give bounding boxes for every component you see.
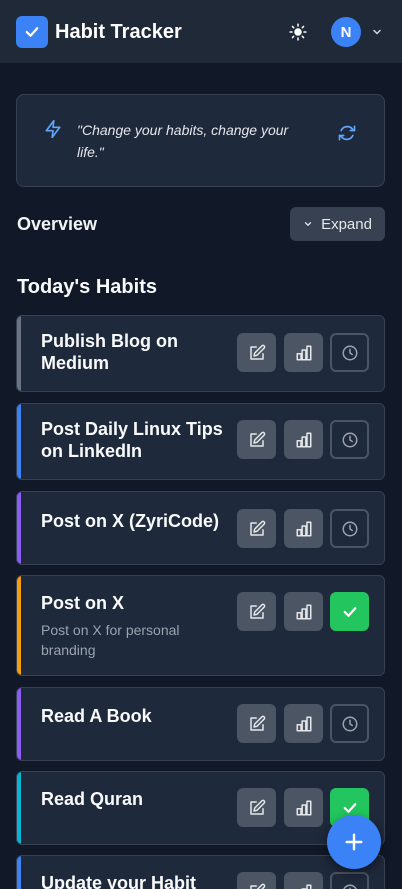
bar-chart-icon (300, 884, 311, 889)
edit-habit-button[interactable] (237, 872, 276, 889)
edit-icon (249, 344, 265, 360)
edit-icon (249, 603, 265, 619)
habit-description: Post on X for personal branding (41, 622, 180, 658)
habit-card[interactable]: Post Daily Linux Tips on LinkedIn (16, 403, 385, 480)
bar-chart-icon (296, 345, 311, 360)
sun-icon (289, 23, 307, 41)
habit-card[interactable]: Post on X Post on X for personal brandin… (16, 575, 385, 676)
habit-color-stripe (17, 492, 21, 564)
habit-color-stripe (17, 772, 21, 844)
habit-status-button[interactable] (330, 872, 369, 889)
bar-chart-icon (296, 716, 311, 731)
edit-icon (249, 520, 265, 536)
clock-icon (342, 716, 357, 731)
habit-name: Publish Blog on Medium (41, 331, 178, 373)
habit-name: Read Quran (41, 789, 144, 809)
habit-color-stripe (17, 688, 21, 760)
avatar[interactable]: N (331, 17, 361, 47)
habit-color-stripe (17, 404, 21, 479)
habit-card[interactable]: Publish Blog on Medium (16, 315, 385, 392)
clock-icon (342, 432, 357, 447)
app-title: Habit Tracker (55, 21, 182, 43)
habit-card[interactable]: Update your Habit (16, 855, 385, 889)
todays-habits-title: Today's Habits (17, 276, 157, 298)
theme-toggle-button[interactable] (286, 20, 310, 44)
habit-color-stripe (17, 576, 21, 675)
edit-icon (249, 883, 265, 889)
quote-text: "Change your habits, change your life." (77, 122, 289, 160)
expand-label: Expand (321, 215, 372, 233)
clock-icon (342, 884, 357, 889)
habit-status-button[interactable] (330, 509, 369, 548)
app-header: Habit Tracker N (0, 0, 402, 64)
check-icon (343, 606, 356, 617)
habit-stats-button[interactable] (284, 788, 323, 827)
bar-chart-icon (296, 604, 311, 619)
edit-icon (249, 431, 265, 447)
check-icon (25, 27, 39, 37)
habit-stats-button[interactable] (284, 420, 323, 459)
quote-card: "Change your habits, change your life." (16, 94, 385, 187)
clock-icon (342, 345, 357, 360)
habit-card[interactable]: Read A Book (16, 687, 385, 761)
plus-icon (345, 833, 363, 851)
habit-stats-button[interactable] (284, 333, 323, 372)
habit-name: Post on X (41, 593, 125, 613)
refresh-icon[interactable] (337, 123, 357, 143)
habit-stats-button[interactable] (284, 509, 323, 548)
app-page: Habit Tracker N "Change your habits, cha… (0, 0, 402, 889)
add-habit-button[interactable] (327, 815, 381, 869)
chevron-down-icon (304, 222, 312, 226)
habit-status-button[interactable] (330, 333, 369, 372)
user-menu-button[interactable] (370, 25, 384, 39)
habit-status-button[interactable] (330, 420, 369, 459)
clock-icon (342, 521, 357, 536)
edit-habit-button[interactable] (237, 704, 276, 743)
habit-color-stripe (17, 856, 21, 889)
habit-stats-button[interactable] (284, 592, 323, 631)
expand-button[interactable]: Expand (290, 207, 385, 241)
edit-habit-button[interactable] (237, 592, 276, 631)
bar-chart-icon (296, 521, 311, 536)
habit-name: Read A Book (41, 706, 152, 726)
habit-name: Post on X (ZyriCode) (41, 511, 220, 531)
habit-name: Update your Habit (41, 873, 197, 889)
habit-stats-button[interactable] (284, 872, 323, 889)
logo (16, 16, 48, 48)
habit-status-button[interactable] (330, 704, 369, 743)
habit-status-button[interactable] (330, 592, 369, 631)
bolt-icon (45, 119, 61, 139)
edit-habit-button[interactable] (237, 788, 276, 827)
check-icon (343, 802, 356, 813)
edit-habit-button[interactable] (237, 509, 276, 548)
chevron-down-icon (373, 29, 381, 35)
bar-chart-icon (296, 432, 311, 447)
edit-icon (249, 799, 265, 815)
habit-card[interactable]: Post on X (ZyriCode) (16, 491, 385, 565)
habit-name: Post Daily Linux Tips on LinkedIn (41, 419, 223, 461)
edit-habit-button[interactable] (237, 333, 276, 372)
habit-stats-button[interactable] (284, 704, 323, 743)
edit-icon (249, 715, 265, 731)
bar-chart-icon (296, 800, 311, 815)
habit-color-stripe (17, 316, 21, 391)
edit-habit-button[interactable] (237, 420, 276, 459)
overview-title: Overview (17, 214, 98, 234)
